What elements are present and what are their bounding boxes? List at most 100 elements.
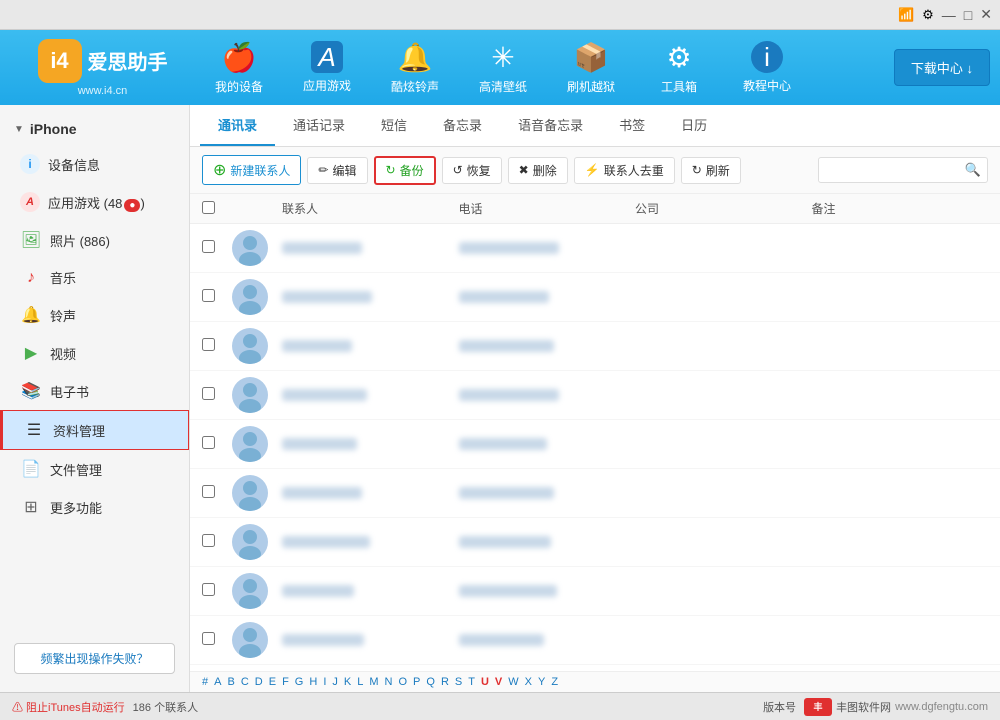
alpha-item-o[interactable]: O bbox=[398, 676, 407, 688]
alpha-item-c[interactable]: C bbox=[241, 676, 249, 688]
tab-sms[interactable]: 短信 bbox=[363, 105, 425, 146]
row-checkbox[interactable] bbox=[202, 583, 215, 596]
table-row[interactable] bbox=[190, 273, 1000, 322]
minimize-button[interactable]: — bbox=[942, 7, 956, 23]
row-checkbox[interactable] bbox=[202, 338, 215, 351]
app-icon: A bbox=[311, 41, 343, 73]
search-box: 🔍 bbox=[818, 157, 988, 183]
nav-my-device[interactable]: 🍎 我的设备 bbox=[195, 30, 283, 105]
tab-voice-notes[interactable]: 语音备忘录 bbox=[500, 105, 601, 146]
itunes-warning[interactable]: ⚠ 阻止iTunes自动运行 bbox=[12, 699, 125, 715]
nav-tools[interactable]: ⚙ 工具箱 bbox=[635, 30, 723, 105]
alpha-item-j[interactable]: J bbox=[332, 676, 338, 688]
alpha-item-u[interactable]: U bbox=[481, 676, 489, 688]
tab-call-log[interactable]: 通话记录 bbox=[275, 105, 363, 146]
alpha-item-l[interactable]: L bbox=[357, 676, 363, 688]
alpha-item-r[interactable]: R bbox=[441, 676, 449, 688]
alpha-item-e[interactable]: E bbox=[269, 676, 276, 688]
alpha-item-t[interactable]: T bbox=[468, 676, 475, 688]
nav-jailbreak[interactable]: 📦 刷机越狱 bbox=[547, 30, 635, 105]
error-help-button[interactable]: 频繁出现操作失败？ bbox=[14, 643, 175, 674]
row-checkbox[interactable] bbox=[202, 534, 215, 547]
table-row[interactable] bbox=[190, 567, 1000, 616]
row-checkbox[interactable] bbox=[202, 387, 215, 400]
merge-button[interactable]: ⚡ 联系人去重 bbox=[574, 157, 675, 184]
refresh-button[interactable]: ↻ 刷新 bbox=[681, 157, 741, 184]
download-label: 下载中心 ↓ bbox=[911, 58, 973, 77]
sidebar-item-videos[interactable]: ▶ 视频 bbox=[0, 334, 189, 372]
contact-phone bbox=[459, 340, 636, 352]
alpha-item-n[interactable]: N bbox=[385, 676, 393, 688]
alpha-item-v[interactable]: V bbox=[495, 676, 502, 688]
alpha-item-z[interactable]: Z bbox=[551, 676, 558, 688]
alpha-item-b[interactable]: B bbox=[227, 676, 234, 688]
alpha-item-x[interactable]: X bbox=[525, 676, 532, 688]
table-row[interactable] bbox=[190, 420, 1000, 469]
nav-wallpapers[interactable]: ✳ 高清壁纸 bbox=[459, 30, 547, 105]
new-contact-button[interactable]: ⊕ 新建联系人 bbox=[202, 155, 301, 185]
row-checkbox[interactable] bbox=[202, 436, 215, 449]
sidebar-ringtones-label: 铃声 bbox=[50, 306, 76, 325]
tab-bookmarks[interactable]: 书签 bbox=[601, 105, 663, 146]
download-button[interactable]: 下载中心 ↓ bbox=[894, 49, 990, 86]
alpha-item-k[interactable]: K bbox=[344, 676, 351, 688]
file-icon: 📄 bbox=[20, 459, 42, 479]
sidebar-device: ▼ iPhone bbox=[0, 113, 189, 145]
close-button[interactable]: ✕ bbox=[980, 6, 992, 23]
tab-contacts[interactable]: 通讯录 bbox=[200, 105, 275, 146]
nav-app-games[interactable]: A 应用游戏 bbox=[283, 30, 371, 105]
row-checkbox[interactable] bbox=[202, 632, 215, 645]
nav-app-games-label: 应用游戏 bbox=[303, 77, 351, 94]
sidebar-item-more[interactable]: ⊞ 更多功能 bbox=[0, 488, 189, 526]
restore-button[interactable]: ↺ 恢复 bbox=[442, 157, 502, 184]
alpha-item-g[interactable]: G bbox=[295, 676, 304, 688]
alpha-item-i[interactable]: I bbox=[323, 676, 326, 688]
backup-button[interactable]: ↻ 备份 bbox=[374, 156, 436, 185]
nav-tutorials[interactable]: i 教程中心 bbox=[723, 30, 811, 105]
search-input[interactable] bbox=[819, 159, 959, 181]
table-row[interactable] bbox=[190, 518, 1000, 567]
sidebar-item-device-info[interactable]: i 设备信息 bbox=[0, 145, 189, 183]
contact-name bbox=[282, 389, 459, 401]
alpha-item-d[interactable]: D bbox=[255, 676, 263, 688]
alpha-item-h[interactable]: H bbox=[309, 676, 317, 688]
contact-phone bbox=[459, 291, 636, 303]
apple-icon: 🍎 bbox=[222, 41, 257, 74]
edit-button[interactable]: ✏ 编辑 bbox=[307, 157, 367, 184]
sidebar-item-ringtones[interactable]: 🔔 铃声 bbox=[0, 296, 189, 334]
sidebar-item-music[interactable]: ♪ 音乐 bbox=[0, 259, 189, 296]
alpha-item-w[interactable]: W bbox=[508, 676, 518, 688]
row-checkbox[interactable] bbox=[202, 289, 215, 302]
sidebar-item-ebooks[interactable]: 📚 电子书 bbox=[0, 372, 189, 410]
alpha-item-#[interactable]: # bbox=[202, 676, 208, 688]
sidebar-music-label: 音乐 bbox=[50, 268, 76, 287]
alpha-item-s[interactable]: S bbox=[455, 676, 462, 688]
table-row[interactable] bbox=[190, 469, 1000, 518]
sidebar-item-app-games[interactable]: A 应用游戏 (48●) bbox=[0, 183, 189, 221]
sidebar-item-photos[interactable]: 🖼 照片 (886) bbox=[0, 221, 189, 259]
header-company: 公司 bbox=[635, 200, 812, 217]
row-checkbox[interactable] bbox=[202, 485, 215, 498]
delete-button[interactable]: ✖ 删除 bbox=[508, 157, 568, 184]
select-all-checkbox[interactable] bbox=[202, 201, 215, 214]
table-row[interactable] bbox=[190, 616, 1000, 665]
alpha-item-f[interactable]: F bbox=[282, 676, 289, 688]
alpha-item-p[interactable]: P bbox=[413, 676, 420, 688]
search-icon[interactable]: 🔍 bbox=[959, 158, 987, 182]
sidebar-data-mgmt-label: 资料管理 bbox=[53, 421, 105, 440]
restore-button[interactable]: □ bbox=[964, 7, 972, 23]
sidebar-item-file-mgmt[interactable]: 📄 文件管理 bbox=[0, 450, 189, 488]
alpha-item-y[interactable]: Y bbox=[538, 676, 545, 688]
table-row[interactable] bbox=[190, 224, 1000, 273]
tab-notes[interactable]: 备忘录 bbox=[425, 105, 500, 146]
alpha-item-q[interactable]: Q bbox=[426, 676, 435, 688]
alpha-item-m[interactable]: M bbox=[369, 676, 378, 688]
alpha-item-a[interactable]: A bbox=[214, 676, 221, 688]
bell-icon: 🔔 bbox=[398, 41, 433, 74]
row-checkbox[interactable] bbox=[202, 240, 215, 253]
nav-ringtones[interactable]: 🔔 酷炫铃声 bbox=[371, 30, 459, 105]
sidebar-item-data-mgmt[interactable]: ☰ 资料管理 bbox=[0, 410, 189, 450]
table-row[interactable] bbox=[190, 322, 1000, 371]
tab-calendar[interactable]: 日历 bbox=[663, 105, 725, 146]
table-row[interactable] bbox=[190, 371, 1000, 420]
